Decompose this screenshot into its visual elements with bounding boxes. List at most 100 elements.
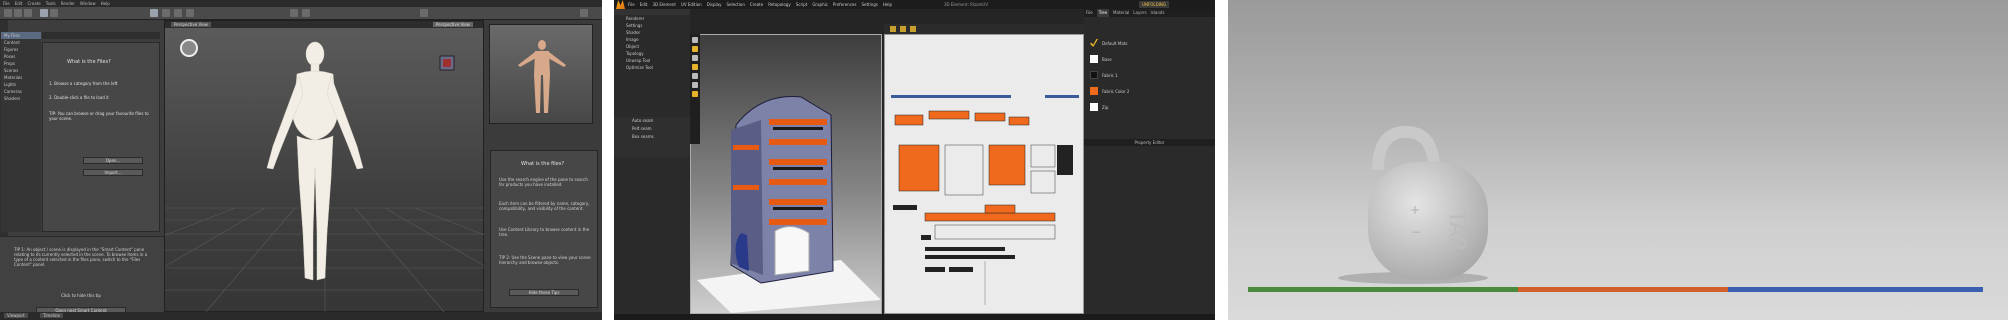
- open-button[interactable]: Open...: [83, 157, 143, 164]
- mode-badge[interactable]: UNFOLDING: [1139, 1, 1169, 8]
- menu-edit[interactable]: Edit: [15, 1, 23, 6]
- tab-file[interactable]: File: [1086, 9, 1093, 17]
- uv-select-icon[interactable]: [890, 26, 896, 32]
- new-scene-icon[interactable]: [4, 9, 12, 17]
- menu-window[interactable]: Window: [80, 1, 96, 6]
- menu-tools[interactable]: Tools: [46, 1, 56, 6]
- material-item[interactable]: Default Mats: [1088, 39, 1210, 48]
- optimize-icon[interactable]: [692, 91, 698, 97]
- open-icon[interactable]: [14, 9, 22, 17]
- smart-content-text-1: Use the search engine of the pane to sea…: [499, 177, 588, 187]
- uv-islands: [891, 95, 1079, 305]
- daz-window: File Edit Create Tools Render Window Hel…: [0, 0, 602, 320]
- viewport-tab[interactable]: Perspective View: [171, 22, 211, 27]
- scale-tool-icon[interactable]: [186, 9, 194, 17]
- menu-help[interactable]: Help: [101, 1, 110, 6]
- timeline-toggle-button[interactable]: Timeline: [40, 313, 64, 318]
- navigation-orb-icon[interactable]: [180, 39, 198, 57]
- layout-icon[interactable]: [420, 9, 428, 17]
- menu-item[interactable]: Settings: [861, 2, 877, 7]
- uv-rotate-icon[interactable]: [910, 26, 916, 32]
- cut-icon[interactable]: [692, 55, 698, 61]
- camera-select[interactable]: Perspective View: [433, 22, 473, 27]
- menu-file[interactable]: File: [3, 1, 10, 6]
- seam-tool-item[interactable]: Pelt seam: [614, 125, 690, 133]
- select-tool-icon[interactable]: [150, 9, 158, 17]
- material-item[interactable]: Base: [1088, 55, 1210, 64]
- render-icon[interactable]: [290, 9, 298, 17]
- right-dock: What is the files? Use the search engine…: [484, 20, 602, 312]
- menu-item[interactable]: Preferences: [833, 2, 857, 7]
- 3d-viewport[interactable]: [690, 34, 882, 314]
- menu-item[interactable]: Graphic: [812, 2, 828, 7]
- menu-create[interactable]: Create: [27, 1, 40, 6]
- tree-item[interactable]: Materials: [1, 74, 41, 81]
- uv-move-icon[interactable]: [900, 26, 906, 32]
- viewport[interactable]: Perspective View Perspective View: [164, 20, 485, 313]
- hide-tips-button[interactable]: Hide these Tips: [509, 289, 579, 296]
- tree-item[interactable]: Shaders: [1, 95, 41, 102]
- tab-material[interactable]: Material: [1113, 9, 1129, 17]
- speaker-object[interactable]: TAR + −: [1368, 125, 1488, 280]
- dock-item[interactable]: Optimize Tool: [614, 64, 690, 71]
- material-item[interactable]: Fabric Color 2: [1088, 87, 1210, 96]
- dock-item[interactable]: Object: [614, 43, 690, 50]
- pack-icon[interactable]: [692, 82, 698, 88]
- import-button[interactable]: Import...: [83, 169, 143, 176]
- menu-item[interactable]: File: [628, 2, 635, 7]
- material-swatch: [1090, 87, 1098, 95]
- unfold-icon[interactable]: [692, 64, 698, 70]
- menu-item[interactable]: Selection: [726, 2, 744, 7]
- dock-item[interactable]: Image: [614, 36, 690, 43]
- rotate-tool-icon[interactable]: [174, 9, 182, 17]
- menu-bar: File Edit 3D Element UV Edition Display …: [614, 0, 1215, 9]
- undo-icon[interactable]: [40, 9, 48, 17]
- tree-item[interactable]: Content: [1, 39, 41, 46]
- render-settings-icon[interactable]: [302, 9, 310, 17]
- tab-islands[interactable]: Islands: [1151, 9, 1165, 17]
- tab-layers[interactable]: Layers: [1133, 9, 1146, 17]
- menu-item[interactable]: 3D Element: [652, 2, 675, 7]
- redo-icon[interactable]: [50, 9, 58, 17]
- window-menu-icon[interactable]: [580, 9, 588, 17]
- material-item[interactable]: Zip: [1088, 103, 1210, 112]
- tree-item[interactable]: Figures: [1, 46, 41, 53]
- menu-render[interactable]: Render: [61, 1, 75, 6]
- human-figure[interactable]: [266, 41, 364, 281]
- dock-item[interactable]: Shader: [614, 29, 690, 36]
- backpack-model: [697, 96, 881, 313]
- dock-item[interactable]: Unwrap Tool: [614, 57, 690, 64]
- content-filter-bar[interactable]: [42, 32, 160, 39]
- menu-item[interactable]: Edit: [640, 2, 648, 7]
- hide-tip-link[interactable]: Click to hide this tip: [36, 293, 126, 300]
- menu-item[interactable]: Display: [707, 2, 722, 7]
- menu-item[interactable]: UV Edition: [681, 2, 702, 7]
- menu-item[interactable]: Retopology: [768, 2, 791, 7]
- tree-item[interactable]: Lights: [1, 81, 41, 88]
- dock-item[interactable]: Settings: [614, 22, 690, 29]
- tree-item[interactable]: Cameras: [1, 88, 41, 95]
- tree-item[interactable]: Poses: [1, 53, 41, 60]
- tree-item[interactable]: Props: [1, 60, 41, 67]
- seam-icon[interactable]: [692, 46, 698, 52]
- select-icon[interactable]: [692, 37, 698, 43]
- menu-item[interactable]: Script: [796, 2, 808, 7]
- tree-item[interactable]: Scenes: [1, 67, 41, 74]
- seam-tool-item[interactable]: Box seams: [614, 133, 690, 141]
- viewport-toggle-button[interactable]: Viewport: [4, 313, 28, 318]
- seam-tool-item[interactable]: Auto seam: [614, 117, 690, 125]
- tree-item[interactable]: My Files: [1, 32, 41, 39]
- dock-item[interactable]: Renderer: [614, 15, 690, 22]
- material-name: Default Mats: [1102, 41, 1128, 46]
- uv-viewport[interactable]: [884, 34, 1084, 314]
- move-tool-icon[interactable]: [162, 9, 170, 17]
- view-cube-icon[interactable]: [439, 55, 455, 71]
- aux-viewport[interactable]: [489, 24, 593, 124]
- save-icon[interactable]: [24, 9, 32, 17]
- menu-item[interactable]: Help: [883, 2, 892, 7]
- tab-tree[interactable]: Tree: [1096, 9, 1110, 17]
- dock-item[interactable]: Topology: [614, 50, 690, 57]
- weld-icon[interactable]: [692, 73, 698, 79]
- menu-item[interactable]: Create: [750, 2, 763, 7]
- material-item[interactable]: Fabric 1: [1088, 71, 1210, 80]
